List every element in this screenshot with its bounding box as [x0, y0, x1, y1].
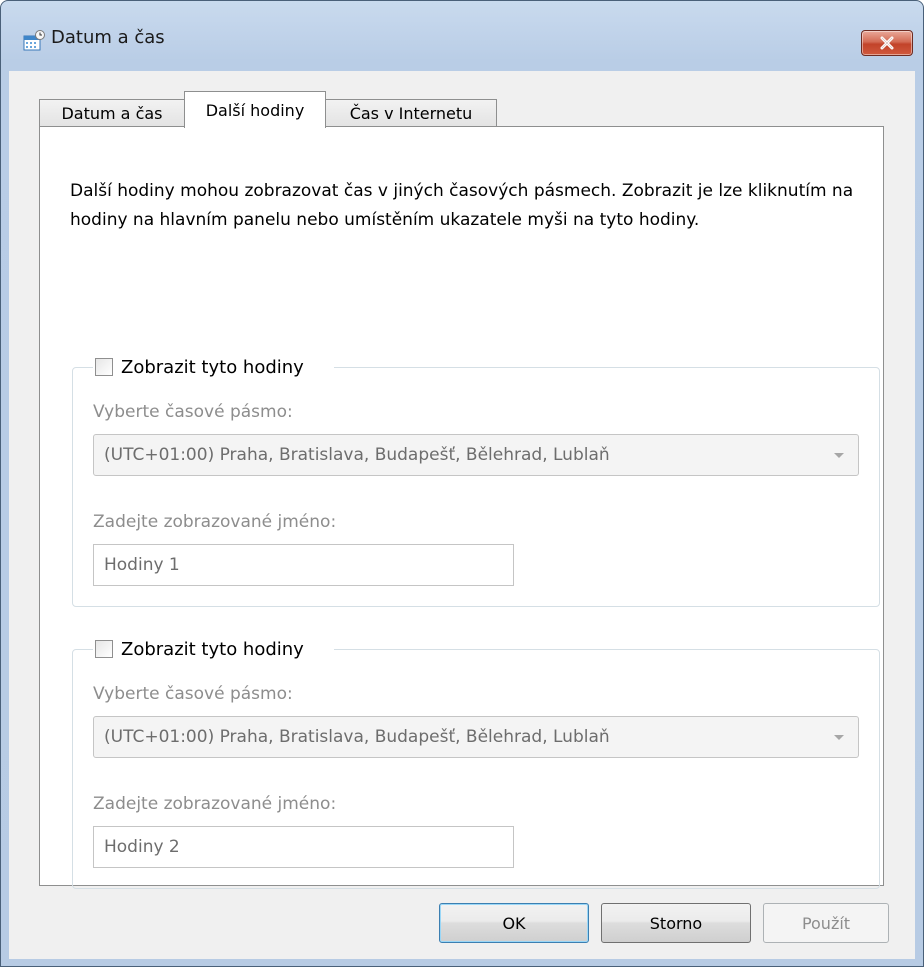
clock-2-timezone-value: (UTC+01:00) Praha, Bratislava, Budapešť,…	[104, 727, 610, 747]
clock-1-show-label: Zobrazit tyto hodiny	[121, 356, 304, 378]
clock-group-2: Zobrazit tyto hodiny Vyberte časové pásm…	[72, 635, 880, 889]
chevron-down-icon	[834, 453, 844, 458]
close-icon	[880, 36, 894, 50]
clock-1-name-label: Zadejte zobrazované jméno:	[93, 512, 337, 532]
tab-internet-time[interactable]: Čas v Internetu	[325, 99, 497, 127]
datetime-dialog: Datum a čas Datum a čas Další hodiny Čas…	[0, 0, 924, 967]
clock-2-checkbox[interactable]	[95, 640, 113, 658]
clock-1-name-input[interactable]: Hodiny 1	[93, 544, 514, 586]
dialog-client-area: Datum a čas Další hodiny Čas v Internetu…	[9, 71, 915, 959]
description-text: Další hodiny mohou zobrazovat čas v jiný…	[70, 181, 854, 230]
clock-2-name-input[interactable]: Hodiny 2	[93, 826, 514, 868]
clock-2-timezone-select[interactable]: (UTC+01:00) Praha, Bratislava, Budapešť,…	[93, 716, 859, 758]
tab-date-time[interactable]: Datum a čas	[39, 99, 185, 127]
clock-2-name-value: Hodiny 2	[104, 837, 180, 857]
clock-2-name-label: Zadejte zobrazované jméno:	[93, 794, 337, 814]
clock-2-show-toggle[interactable]: Zobrazit tyto hodiny	[93, 635, 334, 663]
clock-group-1: Zobrazit tyto hodiny Vyberte časové pásm…	[72, 353, 880, 607]
clock-1-name-value: Hodiny 1	[104, 555, 180, 575]
title-bar[interactable]: Datum a čas	[1, 1, 923, 71]
clock-2-show-label: Zobrazit tyto hodiny	[121, 638, 304, 660]
clock-1-show-toggle[interactable]: Zobrazit tyto hodiny	[93, 353, 334, 381]
close-button[interactable]	[861, 30, 913, 56]
clock-2-timezone-label: Vyberte časové pásmo:	[93, 684, 293, 704]
tab-panel-additional-clocks: Další hodiny mohou zobrazovat čas v jiný…	[39, 126, 884, 889]
clock-1-checkbox[interactable]	[95, 358, 113, 376]
tab-additional-clocks[interactable]: Další hodiny	[184, 91, 326, 128]
clock-1-timezone-value: (UTC+01:00) Praha, Bratislava, Budapešť,…	[104, 445, 610, 465]
chevron-down-icon	[834, 735, 844, 740]
calendar-clock-icon	[23, 30, 45, 51]
apply-button[interactable]: Použít	[763, 903, 889, 943]
cancel-button[interactable]: Storno	[601, 903, 751, 943]
ok-button[interactable]: OK	[439, 903, 589, 943]
clock-1-timezone-select[interactable]: (UTC+01:00) Praha, Bratislava, Budapešť,…	[93, 434, 859, 476]
window-title: Datum a čas	[51, 27, 165, 48]
clock-1-timezone-label: Vyberte časové pásmo:	[93, 402, 293, 422]
